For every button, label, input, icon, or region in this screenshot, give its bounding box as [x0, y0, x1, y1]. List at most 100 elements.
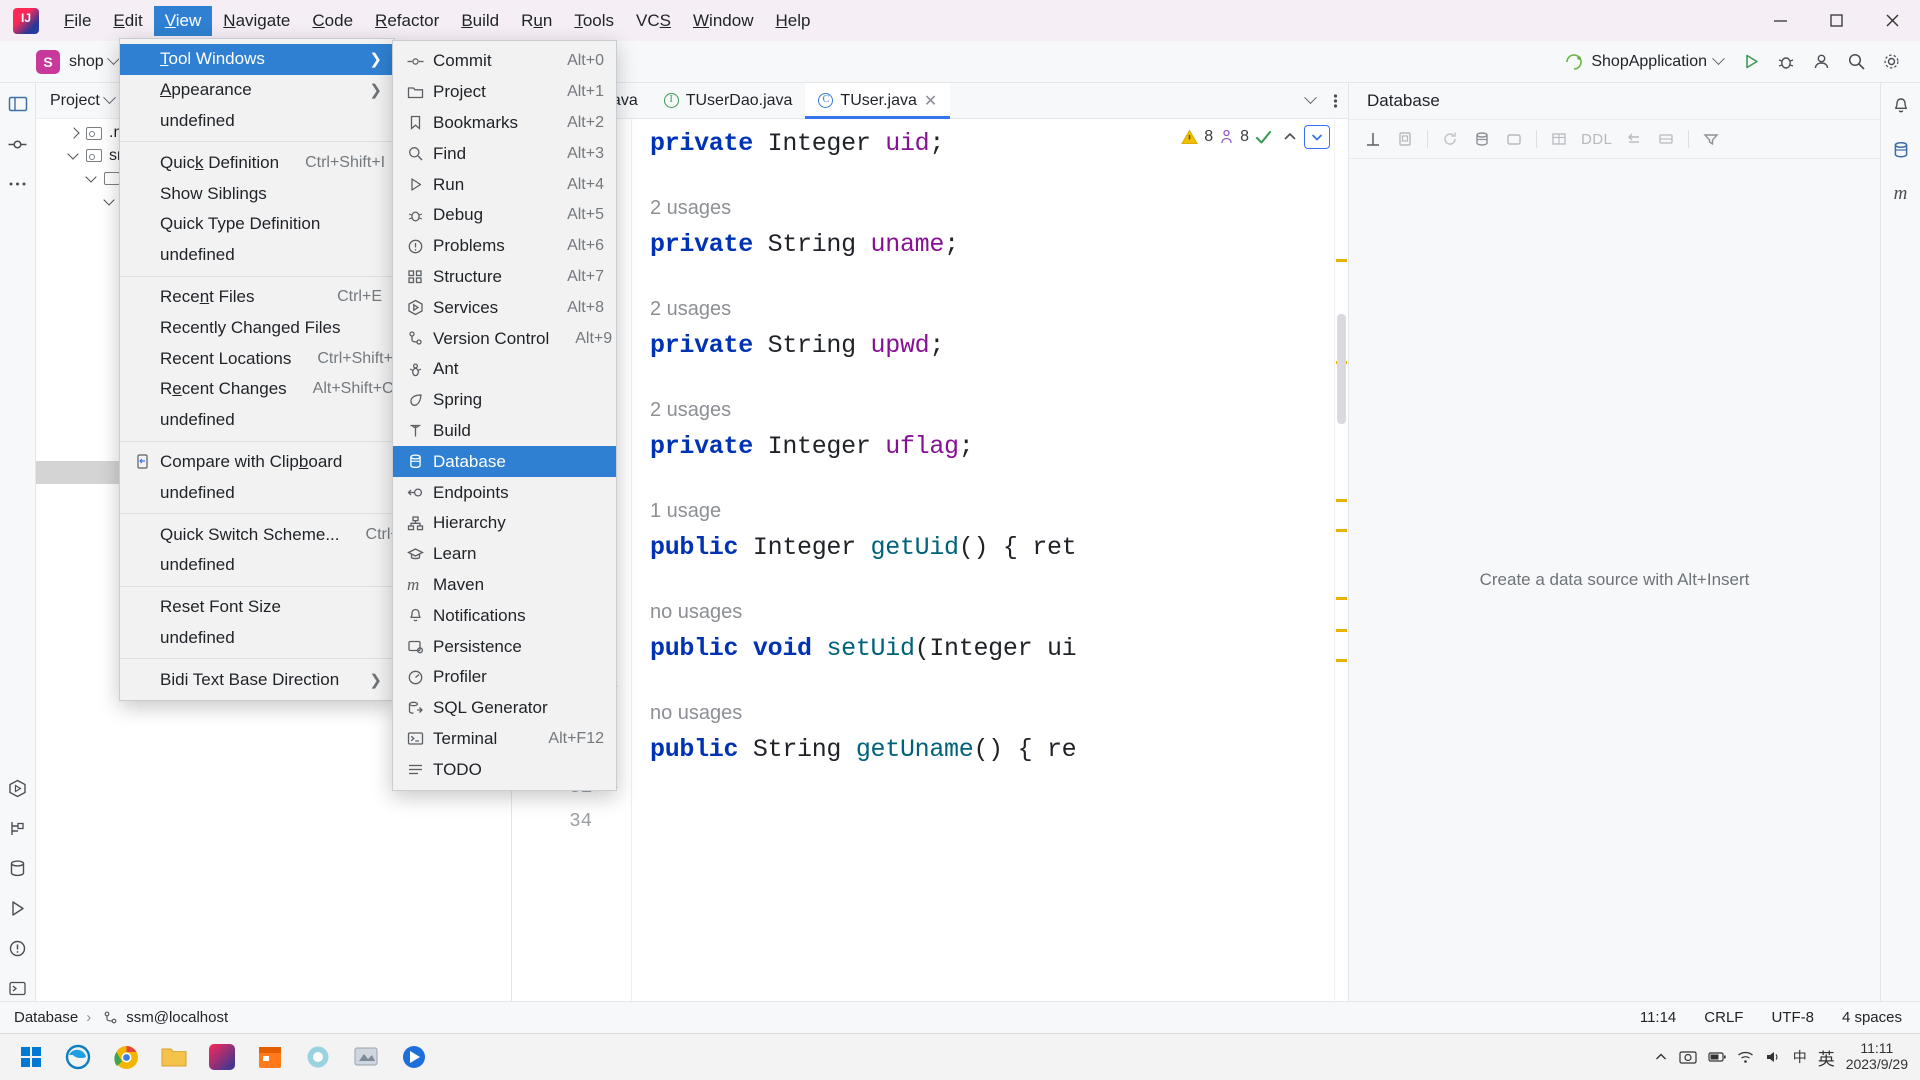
chevron-down-icon[interactable]	[107, 52, 120, 65]
menu-file[interactable]: File	[53, 6, 102, 36]
chevron-up-icon[interactable]	[1282, 129, 1298, 145]
screenshot-icon[interactable]	[1679, 1050, 1697, 1065]
view-menu-popup[interactable]: Tool Windows❯Appearance❯undefinedQuick D…	[119, 38, 395, 701]
inspection-marker-strip[interactable]	[1334, 119, 1348, 1001]
db-properties-icon[interactable]	[1468, 125, 1496, 153]
inspection-widget[interactable]: 8 8	[1181, 125, 1330, 149]
menu-run[interactable]: Run	[510, 6, 563, 36]
view-menu-item[interactable]: Show Siblings	[120, 178, 394, 209]
stripe-structure-icon[interactable]	[5, 815, 31, 841]
status-database-label[interactable]: Database	[14, 1009, 78, 1026]
status-line-separator[interactable]: CRLF	[1704, 1009, 1743, 1026]
search-icon[interactable]	[1841, 47, 1871, 77]
menu-vcs[interactable]: VCS	[625, 6, 682, 36]
jump-icon[interactable]	[1652, 125, 1680, 153]
database-icon[interactable]	[1888, 137, 1914, 163]
chevron-down-icon[interactable]	[1712, 52, 1725, 65]
tool-window-menu-item[interactable]: ProjectAlt+1	[393, 77, 616, 108]
copy-icon[interactable]	[1391, 125, 1419, 153]
view-menu-item[interactable]: Reset Font Size	[120, 592, 394, 623]
view-menu-item[interactable]: undefined	[120, 623, 394, 654]
tool-window-menu-item[interactable]: Notifications	[393, 600, 616, 631]
add-icon[interactable]	[1359, 125, 1387, 153]
tool-window-menu-item[interactable]: Ant	[393, 354, 616, 385]
tool-window-menu-item[interactable]: TODO	[393, 754, 616, 785]
menu-edit[interactable]: Edit	[102, 6, 153, 36]
tool-window-menu-item[interactable]: Version ControlAlt+9	[393, 323, 616, 354]
app-icon-7[interactable]	[342, 1037, 390, 1077]
ddl-label[interactable]: DDL	[1577, 125, 1616, 153]
view-menu-item[interactable]: undefined	[120, 477, 394, 508]
view-menu-item[interactable]: Recent LocationsCtrl+Shift+E	[120, 343, 394, 374]
tool-window-menu-item[interactable]: RunAlt+4	[393, 169, 616, 200]
status-encoding[interactable]: UTF-8	[1771, 1009, 1814, 1026]
editor-viewport[interactable]: 27›3031›34 private Integer uid;2 usagesp…	[512, 119, 1348, 1001]
tool-window-menu-item[interactable]: ServicesAlt+8	[393, 292, 616, 323]
stripe-commit-icon[interactable]	[5, 131, 31, 157]
menu-build[interactable]: Build	[450, 6, 510, 36]
tool-window-menu-item[interactable]: SQL Generator	[393, 693, 616, 724]
menu-bar[interactable]: File Edit View Navigate Code Refactor Bu…	[53, 0, 821, 41]
tool-window-menu-item[interactable]: Profiler	[393, 662, 616, 693]
filter-icon[interactable]	[1697, 125, 1725, 153]
tool-window-menu-item[interactable]: TerminalAlt+F12	[393, 724, 616, 755]
breadcrumb-project[interactable]: shop	[69, 53, 104, 71]
refresh-icon[interactable]	[1436, 125, 1464, 153]
chrome-icon[interactable]	[102, 1037, 150, 1077]
chevron-down-boxed-icon[interactable]	[1304, 125, 1330, 149]
battery-icon[interactable]	[1708, 1050, 1726, 1064]
tree-expand-arrow[interactable]	[104, 195, 117, 208]
maven-icon[interactable]: m	[1888, 181, 1914, 207]
stripe-services-icon[interactable]	[5, 775, 31, 801]
close-icon[interactable]	[1864, 0, 1920, 41]
chevron-down-icon[interactable]	[1304, 91, 1317, 104]
menu-tools[interactable]: Tools	[563, 6, 625, 36]
view-menu-item[interactable]: Recently Changed Files	[120, 312, 394, 343]
app-icon-8[interactable]	[390, 1037, 438, 1077]
tool-window-menu-item[interactable]: Learn	[393, 539, 616, 570]
stripe-terminal-icon[interactable]	[5, 975, 31, 1001]
volume-icon[interactable]	[1765, 1050, 1782, 1064]
tool-window-menu-item[interactable]: Persistence	[393, 631, 616, 662]
windows-start-icon[interactable]	[8, 1040, 54, 1074]
edge-icon[interactable]	[54, 1037, 102, 1077]
menu-code[interactable]: Code	[301, 6, 364, 36]
tool-windows-submenu-popup[interactable]: CommitAlt+0ProjectAlt+1BookmarksAlt+2Fin…	[392, 40, 617, 791]
view-menu-item[interactable]: undefined	[120, 106, 394, 137]
close-icon[interactable]: ✕	[924, 91, 937, 111]
tool-window-menu-item[interactable]: FindAlt+3	[393, 138, 616, 169]
app-icon-6[interactable]	[294, 1037, 342, 1077]
intellij-icon[interactable]	[198, 1037, 246, 1077]
tool-window-menu-item[interactable]: Endpoints	[393, 477, 616, 508]
status-indent[interactable]: 4 spaces	[1842, 1009, 1902, 1026]
stripe-database-icon[interactable]	[5, 855, 31, 881]
view-menu-item[interactable]: Quick Switch Scheme...Ctrl+`	[120, 519, 394, 550]
menu-navigate[interactable]: Navigate	[212, 6, 301, 36]
view-menu-item[interactable]: Appearance❯	[120, 75, 394, 106]
chevron-down-icon[interactable]	[103, 91, 116, 104]
tree-expand-arrow[interactable]	[68, 127, 81, 140]
view-menu-item[interactable]: undefined	[120, 405, 394, 436]
debug-button[interactable]	[1771, 47, 1801, 77]
tool-window-menu-item[interactable]: DebugAlt+5	[393, 200, 616, 231]
minimize-icon[interactable]	[1752, 0, 1808, 41]
stripe-run-icon[interactable]	[5, 895, 31, 921]
editor-tab-tuserdao[interactable]: I TUserDao.java	[651, 83, 806, 118]
tool-window-menu-item[interactable]: ProblemsAlt+6	[393, 231, 616, 262]
code-content[interactable]: private Integer uid;2 usagesprivate Stri…	[632, 119, 1334, 1001]
status-datasource-label[interactable]: ssm@localhost	[126, 1009, 228, 1026]
more-options-icon[interactable]	[1333, 92, 1338, 110]
gear-icon[interactable]	[1876, 47, 1906, 77]
db-console-icon[interactable]	[1500, 125, 1528, 153]
chevron-up-icon[interactable]	[1654, 1050, 1668, 1064]
menu-refactor[interactable]: Refactor	[364, 6, 450, 36]
run-configuration-selector[interactable]: ShopApplication	[1556, 48, 1731, 76]
tree-expand-arrow[interactable]	[68, 149, 81, 162]
wifi-icon[interactable]	[1737, 1050, 1754, 1064]
tool-window-menu-item[interactable]: StructureAlt+7	[393, 262, 616, 293]
stripe-more-icon[interactable]	[5, 171, 31, 197]
tool-window-menu-item[interactable]: Database	[393, 446, 616, 477]
account-icon[interactable]	[1806, 47, 1836, 77]
table-icon[interactable]	[1545, 125, 1573, 153]
stripe-project-icon[interactable]	[5, 91, 31, 117]
